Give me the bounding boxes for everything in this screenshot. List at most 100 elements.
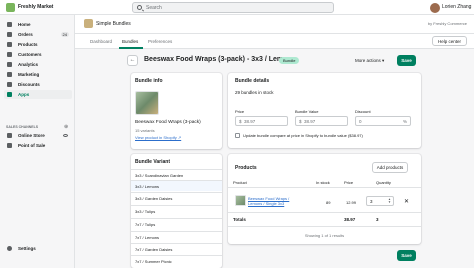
variant-item[interactable]: 7x7 / Garden Daisies [131, 243, 222, 254]
view-in-shopify-link[interactable]: View product in Shopify ↗ [135, 135, 181, 140]
sidebar-item-label: Marketing [18, 72, 40, 77]
variant-item[interactable]: 7x7 / Tulips [131, 218, 222, 229]
sidebar-item-label: Online Store [18, 133, 45, 138]
sidebar-item-products[interactable]: Products [4, 40, 72, 49]
bundle-variant-count: 15 variants [135, 128, 155, 133]
quantity-stepper[interactable]: 3 ▲ ▼ [366, 196, 394, 206]
update-compare-price-label: Update bundle compare at price in Shopif… [243, 133, 363, 138]
variant-item[interactable]: 3x3 / Scandinavian Garden [131, 169, 222, 180]
store-name[interactable]: Freshly Market [18, 4, 53, 10]
chevron-down-icon: ▾ [382, 58, 385, 63]
variant-item[interactable]: 7x7 / Lemons [131, 231, 222, 242]
sidebar-item-discounts[interactable]: Discounts [4, 80, 72, 89]
sidebar-item-online-store[interactable]: Online Store [4, 131, 72, 140]
sidebar-item-label: Settings [18, 246, 36, 251]
bundle-name: Beeswax Food Wraps (3-pack) [135, 120, 201, 125]
sidebar-item-point-of-sale[interactable]: Point of Sale [4, 141, 72, 150]
back-button[interactable]: ← [127, 55, 138, 66]
bundle-value: 38.97 [304, 119, 316, 124]
add-products-button[interactable]: Add products [372, 162, 408, 173]
bundle-variant-card: Bundle Variant 3x3 / Scandinavian Garden… [131, 154, 222, 268]
bundle-variant-title: Bundle Variant [135, 159, 171, 165]
price-field[interactable]: $ 38.97 [235, 116, 288, 126]
divider [228, 226, 421, 227]
store-logo[interactable] [6, 3, 15, 12]
sidebar-item-label: Analytics [18, 62, 39, 67]
products-card: Products Add products Product In stock P… [228, 154, 421, 244]
variant-item[interactable]: 3x3 / Lemons [131, 180, 222, 191]
product-link[interactable]: Beeswax Food Wraps / Lemons / Single 3x3 [248, 196, 300, 206]
sales-channels-title: SALES CHANNELS [6, 125, 39, 129]
app-developer: by Freshly Commerce [427, 21, 467, 26]
price-value: 38.97 [244, 119, 256, 124]
sidebar-item-customers[interactable]: Customers [4, 50, 72, 59]
sidebar-item-marketing[interactable]: Marketing [4, 70, 72, 79]
store-icon [7, 133, 12, 138]
help-center-button[interactable]: Help center [431, 36, 467, 46]
variant-label: 7x7 / Lemons [135, 235, 160, 240]
search-icon [137, 5, 142, 10]
page-title: Beeswax Food Wraps (3-pack) - 3x3 / Lemo… [144, 56, 296, 63]
sidebar-item-orders[interactable]: Orders 24 [4, 30, 72, 39]
sidebar-item-label: Home [18, 22, 31, 27]
app-title: Simple Bundles [96, 21, 131, 27]
bundle-info-card: Bundle info Beeswax Food Wraps (3-pack) … [131, 73, 222, 149]
divider [228, 212, 421, 213]
discount-field[interactable]: 0 % [355, 116, 411, 126]
chevron-down-icon[interactable]: ▾ [51, 4, 53, 9]
sidebar-item-apps[interactable]: Apps [4, 90, 72, 99]
column-header: Quantity [376, 180, 391, 185]
more-actions-label: More actions [355, 58, 381, 63]
app-header: Simple Bundles by Freshly Commerce [75, 15, 474, 34]
search-input[interactable]: Search [132, 2, 334, 13]
variant-item[interactable]: 7x7 / Summer Picnic [131, 255, 222, 266]
eye-icon[interactable] [63, 134, 68, 137]
results-count: Showing 1 of 1 results [304, 233, 345, 238]
sidebar-item-label: Customers [18, 52, 42, 57]
variant-item[interactable]: 3x3 / Tulips [131, 205, 222, 216]
variant-label: 7x7 / Summer Picnic [135, 259, 172, 264]
sidebar-item-label: Orders [18, 32, 33, 37]
tab-bundles[interactable]: Bundles [122, 39, 138, 44]
sidebar-item-home[interactable]: Home [4, 20, 72, 29]
sidebar-item-analytics[interactable]: Analytics [4, 60, 72, 69]
customers-icon [7, 52, 12, 57]
bundle-value-label: Bundle Value [295, 109, 319, 114]
save-button-bottom[interactable]: Save [397, 250, 416, 261]
app-icon [84, 19, 93, 28]
sidebar-item-label: Discounts [18, 82, 40, 87]
user-name[interactable]: Lorien Zhang [442, 4, 471, 10]
top-bar: Freshly Market ▾ Search Lorien Zhang [0, 0, 474, 15]
gear-icon [7, 246, 12, 251]
sidebar-item-label: Point of Sale [18, 143, 46, 148]
discount-icon [7, 82, 12, 87]
save-button[interactable]: Save [397, 55, 416, 66]
tag-icon [7, 42, 12, 47]
variant-label: 7x7 / Tulips [135, 222, 156, 227]
variant-label: 3x3 / Scandinavian Garden [135, 173, 184, 178]
avatar[interactable] [430, 3, 440, 13]
update-compare-price-checkbox[interactable] [235, 133, 240, 138]
sidebar-item-settings[interactable]: Settings [4, 244, 72, 253]
add-channel-icon[interactable]: ⊕ [64, 124, 68, 130]
home-icon [7, 22, 12, 27]
apps-icon [7, 92, 12, 97]
variant-item[interactable]: 3x3 / Garden Daisies [131, 192, 222, 203]
tab-preferences[interactable]: Preferences [148, 39, 172, 44]
remove-product-icon[interactable]: ✕ [404, 198, 409, 205]
column-header: Product [233, 180, 247, 185]
search-placeholder: Search [146, 5, 162, 11]
marketing-icon [7, 72, 12, 77]
products-title: Products [235, 165, 257, 171]
orders-count-badge: 24 [60, 32, 69, 37]
bundle-details-title: Bundle details [235, 78, 270, 84]
totals-quantity: 3 [376, 217, 379, 222]
variant-label: 7x7 / Garden Daisies [135, 247, 173, 252]
arrow-left-icon: ← [129, 57, 136, 63]
stepper-arrows-icon[interactable]: ▲ ▼ [388, 198, 391, 204]
bundle-value-field[interactable]: $ 38.97 [295, 116, 348, 126]
orders-icon [7, 32, 12, 37]
sidebar-item-label: Apps [18, 92, 30, 97]
tab-dashboard[interactable]: Dashboard [90, 39, 112, 44]
more-actions-button[interactable]: More actions ▾ [355, 58, 384, 64]
